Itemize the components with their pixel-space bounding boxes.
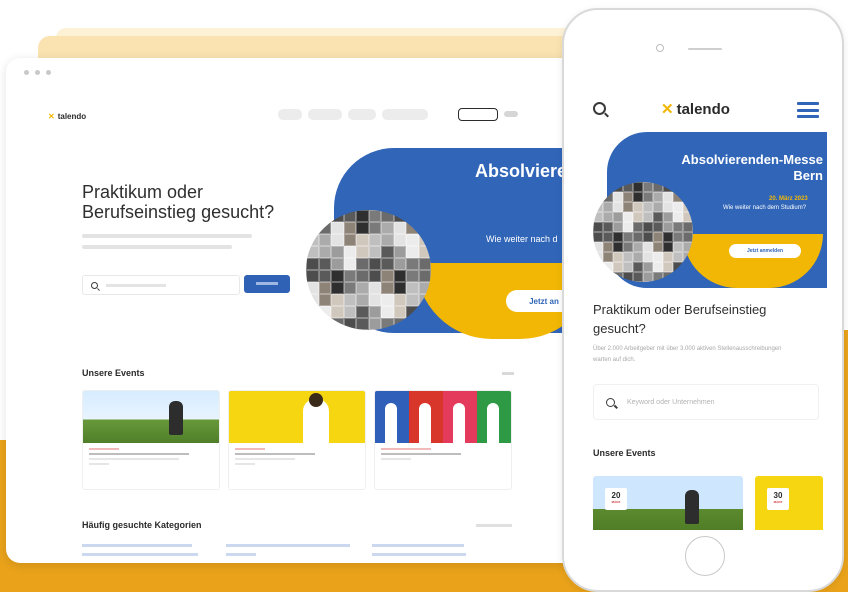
phone-camera xyxy=(656,44,664,52)
banner-register-button[interactable]: Jetzt anmelden xyxy=(729,244,801,258)
search-icon xyxy=(606,397,615,407)
event-card-image xyxy=(229,391,365,443)
event-card[interactable] xyxy=(82,390,220,490)
nav-login-link[interactable] xyxy=(504,111,518,117)
category-link[interactable] xyxy=(372,553,466,556)
event-day: 20 xyxy=(611,491,621,500)
photo-collage xyxy=(593,182,693,282)
window-dot[interactable] xyxy=(24,70,29,75)
mobile-phone-mockup: ✕ talendo Absolvierenden-Messe Bern 20. … xyxy=(562,8,844,592)
photo-collage xyxy=(306,210,431,330)
phone-speaker xyxy=(688,48,722,50)
nav-link[interactable] xyxy=(348,109,376,120)
event-date-badge: 20 MÄRZ xyxy=(605,488,627,510)
hero-subtitle: Über 2.000 Arbeitgeber mit über 3.000 ak… xyxy=(593,346,782,363)
marketing-composition: ✕ talendo Praktikum oder Berufseinstieg … xyxy=(0,0,848,592)
events-section-title: Unsere Events xyxy=(593,448,656,458)
category-link[interactable] xyxy=(82,544,192,547)
category-link[interactable] xyxy=(226,553,256,556)
event-card-image xyxy=(83,391,219,443)
events-section-title: Unsere Events xyxy=(82,368,145,378)
event-month: MÄRZ xyxy=(773,500,783,504)
nav-link[interactable] xyxy=(308,109,342,120)
logo-mark-icon: ✕ xyxy=(661,101,674,118)
category-link[interactable] xyxy=(372,544,464,547)
banner-title: Absolvierenden-Messe Bern xyxy=(681,152,823,183)
talendo-logo[interactable]: ✕ talendo xyxy=(48,112,86,121)
desktop-navbar: ✕ talendo xyxy=(48,108,588,124)
search-input[interactable] xyxy=(82,275,240,295)
search-input[interactable]: Keyword oder Unternehmen xyxy=(593,384,819,420)
event-banner[interactable]: Absolvierenden-Messe Wie weiter nach d J… xyxy=(306,148,606,339)
event-card[interactable] xyxy=(374,390,512,490)
event-date-badge: 30 MÄRZ xyxy=(767,488,789,510)
search-button[interactable] xyxy=(244,275,290,293)
hero-title: Praktikum oder Berufseinstieg gesucht? xyxy=(593,302,767,336)
mobile-screen: ✕ talendo Absolvierenden-Messe Bern 20. … xyxy=(583,86,827,530)
event-card[interactable]: 20 MÄRZ xyxy=(593,476,743,530)
search-icon[interactable] xyxy=(593,102,606,115)
category-link[interactable] xyxy=(82,553,198,556)
logo-text: talendo xyxy=(676,100,730,118)
nav-links xyxy=(278,109,428,120)
categories-more-link[interactable] xyxy=(476,524,512,527)
event-banner[interactable]: Absolvierenden-Messe Bern 20. März 2023 … xyxy=(593,132,827,292)
category-link[interactable] xyxy=(226,544,350,547)
event-card-image xyxy=(375,391,511,443)
logo-mark-icon: ✕ xyxy=(48,111,55,121)
nav-register-button[interactable] xyxy=(458,108,498,121)
hero-subtitle xyxy=(82,234,262,256)
talendo-logo[interactable]: ✕ talendo xyxy=(661,100,730,119)
search-placeholder: Keyword oder Unternehmen xyxy=(627,398,715,406)
events-more-link[interactable] xyxy=(502,372,514,375)
banner-subtitle: Wie weiter nach dem Studium? xyxy=(723,205,807,211)
nav-link[interactable] xyxy=(278,109,302,120)
window-controls xyxy=(24,70,51,75)
nav-link[interactable] xyxy=(382,109,428,120)
banner-subtitle: Wie weiter nach d xyxy=(486,234,558,244)
window-dot[interactable] xyxy=(35,70,40,75)
hamburger-menu-icon[interactable] xyxy=(797,102,819,118)
banner-date: 20. März 2023 xyxy=(769,196,808,202)
mobile-navbar: ✕ talendo xyxy=(583,86,827,130)
search-icon xyxy=(91,281,98,289)
event-card[interactable]: 30 MÄRZ xyxy=(755,476,823,530)
event-card[interactable] xyxy=(228,390,366,490)
event-month: MÄRZ xyxy=(611,500,621,504)
desktop-browser-window: ✕ talendo Praktikum oder Berufseinstieg … xyxy=(6,58,606,563)
phone-home-button[interactable] xyxy=(685,536,725,576)
logo-text: talendo xyxy=(57,111,87,121)
categories-section-title: Häufig gesuchte Kategorien xyxy=(82,520,202,530)
window-dot[interactable] xyxy=(46,70,51,75)
hero-title: Praktikum oder Berufseinstieg gesucht? xyxy=(82,182,275,222)
event-day: 30 xyxy=(773,491,783,500)
